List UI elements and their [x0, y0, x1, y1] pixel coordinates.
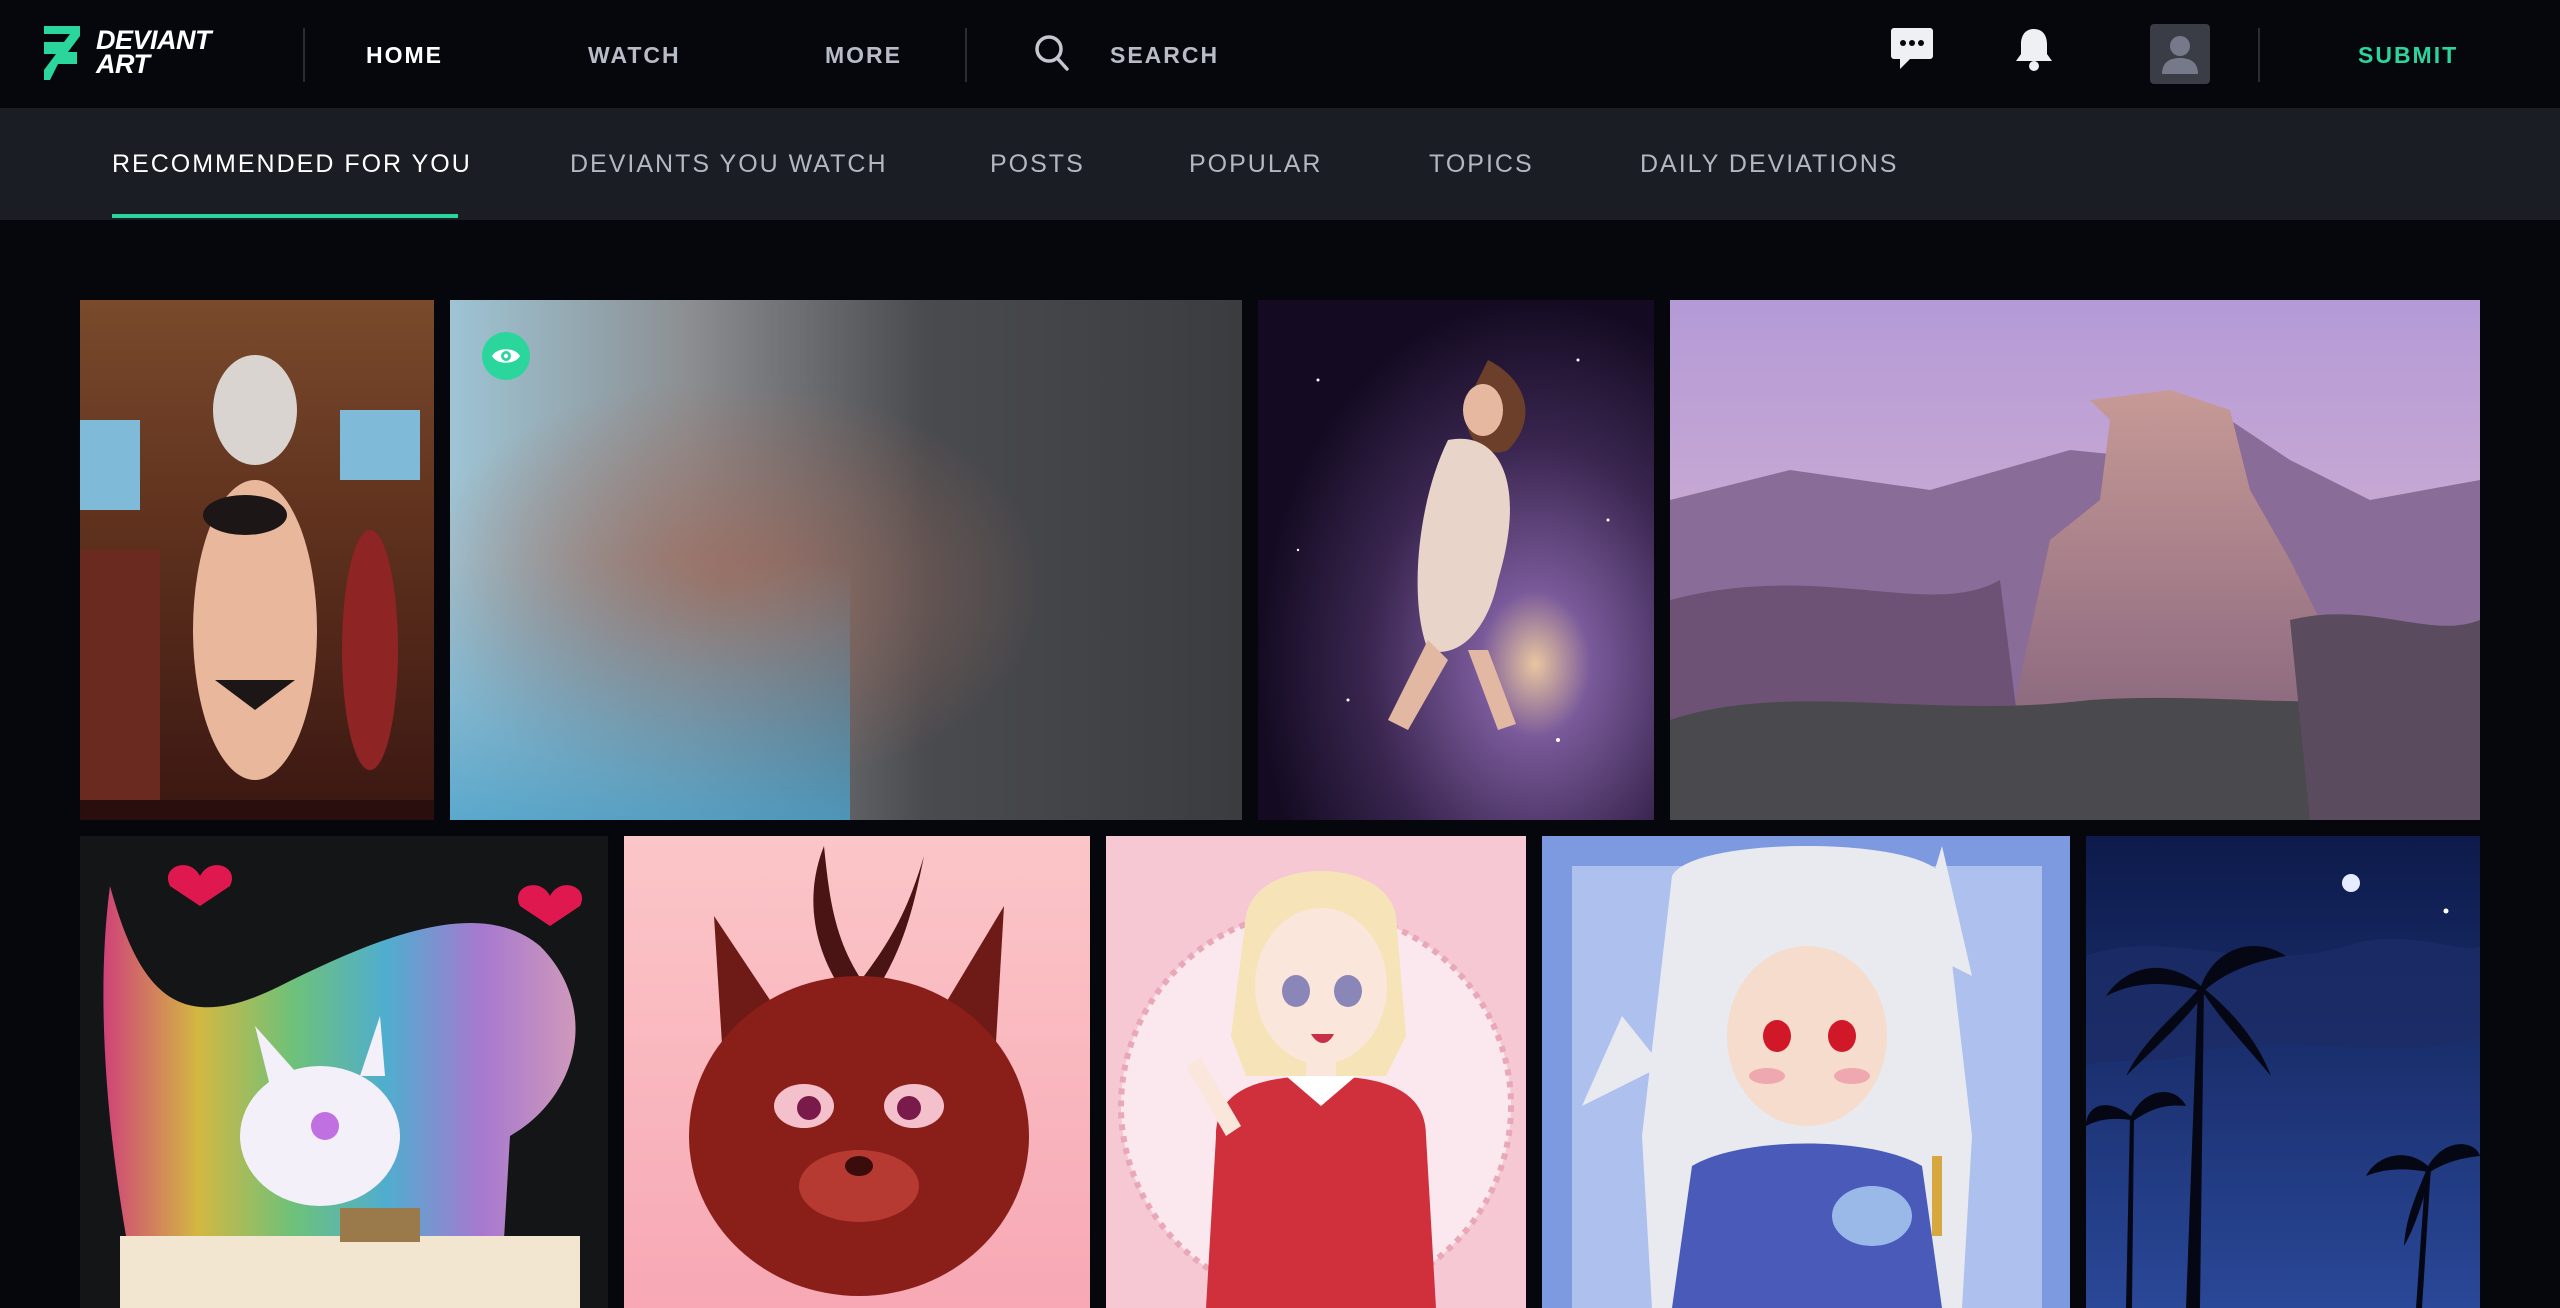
artwork-image	[2086, 836, 2480, 1308]
notifications-bell-icon[interactable]	[2014, 26, 2054, 72]
logo-wordmark: DEVIANT ART	[96, 27, 212, 79]
nav-more[interactable]: MORE	[825, 42, 902, 69]
tab-daily-deviations[interactable]: DAILY DEVIATIONS	[1640, 150, 1898, 179]
tab-deviants-you-watch[interactable]: DEVIANTS YOU WATCH	[570, 150, 888, 179]
gallery-item-2-mature[interactable]	[450, 300, 1242, 820]
search-input[interactable]: SEARCH	[1110, 42, 1219, 69]
chat-icon[interactable]	[1890, 26, 1934, 72]
gallery-item-1[interactable]	[80, 300, 434, 820]
feed-tabs: RECOMMENDED FOR YOU DEVIANTS YOU WATCH P…	[0, 108, 2560, 220]
logo-line-2: ART	[96, 49, 150, 79]
artwork-image	[80, 836, 608, 1308]
nav-watch[interactable]: WATCH	[588, 42, 681, 69]
gallery-item-8[interactable]	[1542, 836, 2070, 1308]
divider	[965, 28, 967, 82]
artwork-image-blurred	[450, 300, 1242, 820]
gallery-item-6[interactable]	[624, 836, 1090, 1308]
deviantart-logo-icon	[44, 26, 80, 80]
nav-home[interactable]: HOME	[366, 42, 443, 69]
tab-popular[interactable]: POPULAR	[1189, 150, 1322, 179]
gallery-item-4[interactable]	[1670, 300, 2480, 820]
search-icon[interactable]	[1034, 34, 1070, 72]
deviantart-logo[interactable]: DEVIANT ART	[44, 26, 244, 80]
tab-posts[interactable]: POSTS	[990, 150, 1085, 179]
mature-content-eye-icon	[482, 332, 530, 380]
user-avatar[interactable]	[2150, 24, 2210, 84]
gallery-item-9[interactable]	[2086, 836, 2480, 1308]
tab-topics[interactable]: TOPICS	[1429, 150, 1534, 179]
artwork-image	[1542, 836, 2070, 1308]
artwork-image	[1258, 300, 1654, 820]
tab-recommended[interactable]: RECOMMENDED FOR YOU	[112, 150, 472, 179]
artwork-image	[1106, 836, 1526, 1308]
artwork-image	[624, 836, 1090, 1308]
gallery-item-7[interactable]	[1106, 836, 1526, 1308]
user-icon	[2162, 36, 2198, 74]
divider	[303, 28, 305, 82]
artwork-image	[1670, 300, 2480, 820]
top-navigation-bar: DEVIANT ART HOME WATCH MORE SEARCH SUBMI…	[0, 0, 2560, 108]
gallery-item-5[interactable]	[80, 836, 608, 1308]
gallery-item-3[interactable]	[1258, 300, 1654, 820]
divider	[2258, 28, 2260, 82]
submit-button[interactable]: SUBMIT	[2358, 42, 2458, 69]
active-tab-indicator	[112, 214, 458, 218]
artwork-image	[80, 300, 434, 820]
